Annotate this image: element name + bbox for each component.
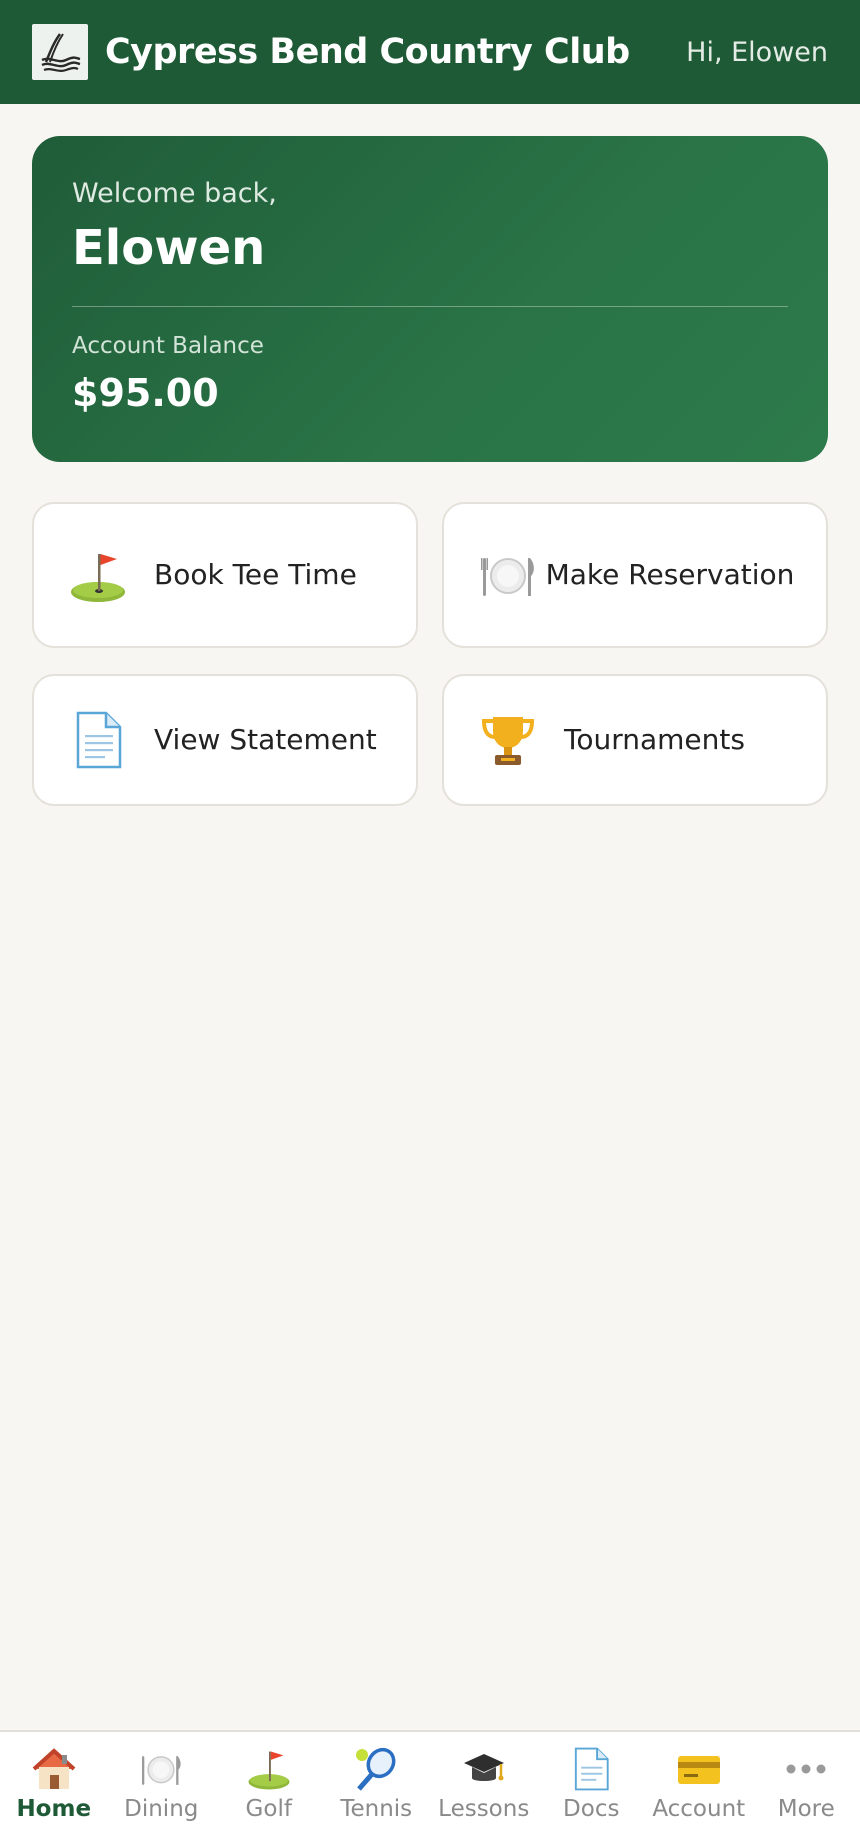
nav-item-tennis[interactable]: Tennis	[323, 1732, 431, 1840]
member-name: Elowen	[72, 220, 266, 277]
nav-item-lessons[interactable]: Lessons	[430, 1732, 538, 1840]
house-icon	[30, 1746, 78, 1792]
golf-flag-icon	[68, 545, 128, 605]
document-icon	[68, 710, 128, 770]
app-header: Cypress Bend Country Club Hi, Elowen	[0, 0, 860, 104]
welcome-label: Welcome back,	[72, 178, 277, 209]
plate-cutlery-icon	[137, 1746, 185, 1792]
tennis-racket-icon	[352, 1746, 400, 1792]
nav-label: Docs	[563, 1796, 620, 1822]
nav-item-golf[interactable]: Golf	[215, 1732, 323, 1840]
plate-cutlery-icon	[478, 545, 538, 605]
nav-label: Account	[652, 1796, 746, 1822]
make-reservation-button[interactable]: Make Reservation	[442, 502, 828, 648]
golf-flag-icon	[245, 1746, 293, 1792]
nav-label: Home	[16, 1796, 92, 1822]
club-logo[interactable]	[32, 24, 88, 80]
graduation-cap-icon	[460, 1746, 508, 1792]
nav-item-account[interactable]: Account	[645, 1732, 753, 1840]
nav-item-home[interactable]: Home	[0, 1732, 108, 1840]
balance-value: $95.00	[72, 370, 219, 415]
nav-label: Lessons	[438, 1796, 530, 1822]
bottom-nav: Home Dining Golf Tennis Lessons Docs Acc…	[0, 1730, 860, 1840]
nav-item-more[interactable]: More	[753, 1732, 860, 1840]
action-label: Book Tee Time	[154, 557, 357, 591]
balance-label: Account Balance	[72, 332, 264, 359]
nav-label: Golf	[245, 1796, 292, 1822]
book-tee-time-button[interactable]: Book Tee Time	[32, 502, 418, 648]
nav-label: Tennis	[340, 1796, 413, 1822]
action-label: View Statement	[154, 722, 377, 756]
user-greeting: Hi, Elowen	[686, 36, 828, 68]
view-statement-button[interactable]: View Statement	[32, 674, 418, 806]
club-name: Cypress Bend Country Club	[105, 32, 630, 72]
trophy-icon	[478, 710, 538, 770]
action-label: Tournaments	[564, 722, 745, 756]
nav-label: Dining	[124, 1796, 199, 1822]
document-icon	[567, 1746, 615, 1792]
cypress-waves-logo-icon	[41, 33, 81, 72]
more-dots-icon	[782, 1746, 830, 1792]
nav-label: More	[777, 1796, 835, 1822]
tournaments-button[interactable]: Tournaments	[442, 674, 828, 806]
nav-item-dining[interactable]: Dining	[108, 1732, 216, 1840]
nav-item-docs[interactable]: Docs	[538, 1732, 646, 1840]
card-divider	[72, 305, 788, 307]
credit-card-icon	[675, 1746, 723, 1792]
welcome-card: Welcome back, Elowen Account Balance $95…	[32, 136, 828, 462]
action-label: Make Reservation	[545, 557, 795, 591]
